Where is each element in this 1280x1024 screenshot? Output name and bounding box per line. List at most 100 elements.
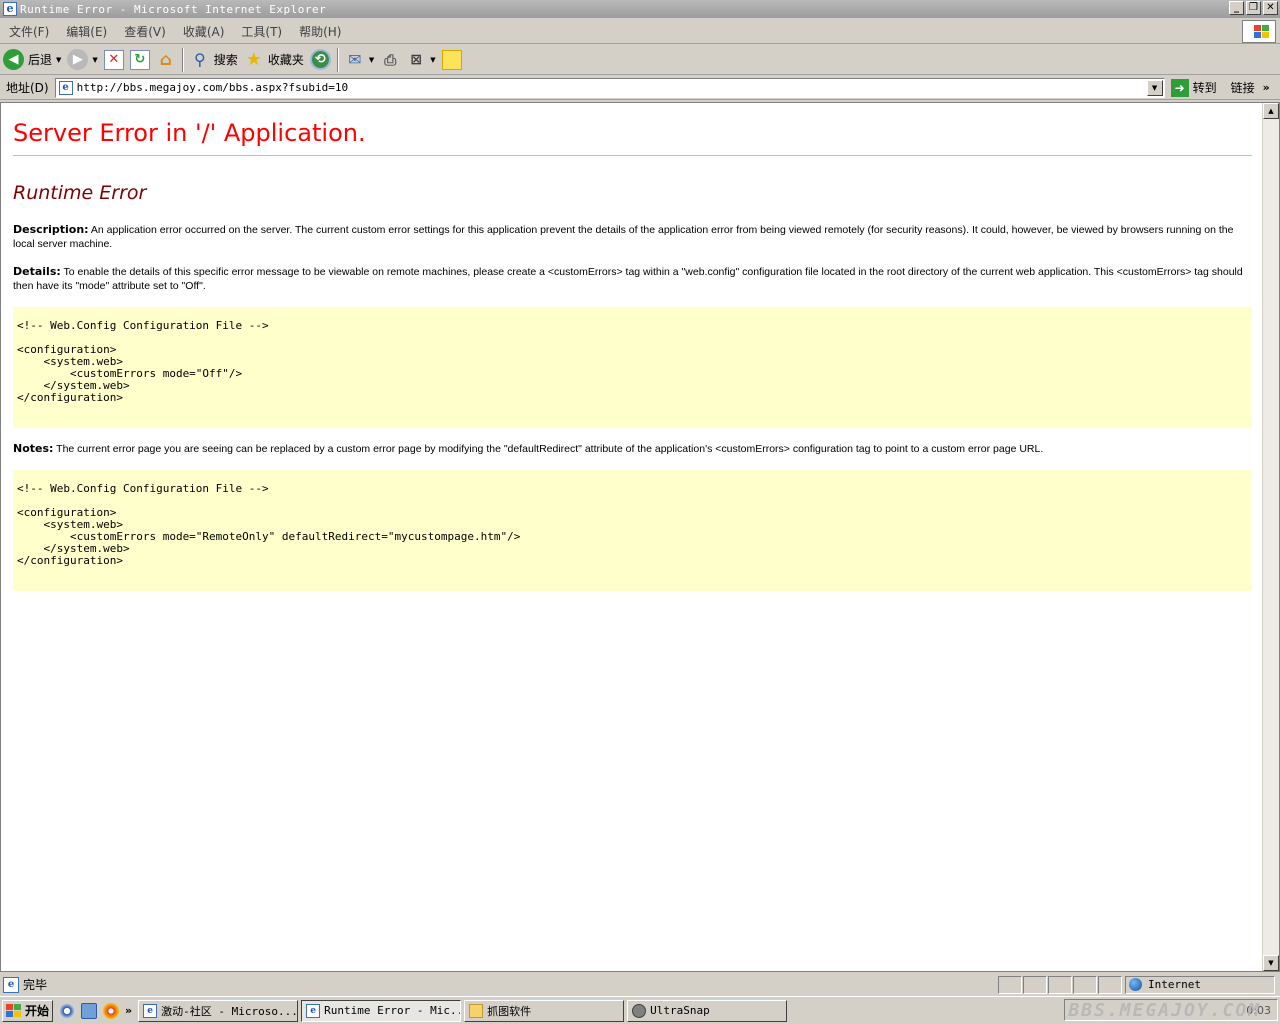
status-pane [1073,975,1097,994]
address-label: 地址(D) [6,81,49,95]
task-label: Runtime Error - Mic... [324,1004,462,1017]
media-player-icon[interactable] [59,1002,76,1019]
window-title: Runtime Error - Microsoft Internet Explo… [20,2,327,16]
windows-flag-icon [6,1003,22,1018]
url-input[interactable] [76,81,1137,94]
task-button[interactable]: 抓图软件 [464,999,625,1022]
printer-icon: ⎙ [384,50,397,69]
menu-view[interactable]: 查看(V) [115,23,174,40]
ie-page-icon: e [58,80,73,95]
scroll-down-icon[interactable]: ▼ [1263,955,1279,971]
description-paragraph: Description: An application error occurr… [13,223,1248,251]
close-button[interactable]: ✕ [1263,1,1278,15]
history-button[interactable]: ⟲ [307,47,334,73]
edit-dropdown-icon[interactable]: ▼ [430,56,435,64]
status-pane [998,975,1022,994]
search-icon: ⚲ [193,50,206,69]
chevron-right-icon[interactable]: » [1263,81,1270,94]
home-button[interactable]: ⌂ [153,47,179,73]
go-button[interactable]: ➜ 转到 [1170,78,1217,97]
scroll-up-icon[interactable]: ▲ [1263,103,1279,119]
back-dropdown-icon[interactable]: ▼ [56,56,61,64]
task-button[interactable]: UltraSnap [627,999,788,1022]
status-pane [1048,975,1072,994]
history-icon: ⟲ [309,49,331,70]
toolbar: ◀ 后退 ▼ ▶ ▼ ✕ ↻ ⌂ ⚲ 搜索 ★ 收藏夹 ⟲ ✉ ▼ ⎙ ⊠ ▼ [0,45,1280,75]
start-button[interactable]: 开始 [2,999,54,1022]
camera-icon [632,1003,647,1018]
browser-viewport: Server Error in '/' Application. Runtime… [0,102,1280,972]
task-label: 激动-社区 - Microso... [161,1004,298,1018]
home-icon: ⌂ [159,49,172,70]
status-pane [1023,975,1047,994]
edit-icon: ⊠ [410,51,423,68]
note-button[interactable] [439,47,465,73]
go-label: 转到 [1192,81,1217,95]
go-arrow-icon: ➜ [1170,78,1189,97]
menu-file[interactable]: 文件(F) [0,23,57,40]
globe-icon [1129,978,1142,991]
zone-label: Internet [1148,978,1201,991]
status-pane [1098,975,1122,994]
code-text: <!-- Web.Config Configuration File --> <… [17,482,521,567]
address-field[interactable]: e ▼ [54,77,1165,98]
task-label: 抓图软件 [487,1004,532,1018]
refresh-icon: ↻ [129,49,150,70]
search-button[interactable]: ⚲ 搜索 [187,47,241,73]
print-button[interactable]: ⎙ [377,47,403,73]
chevron-right-icon[interactable]: » [125,1004,132,1017]
refresh-button[interactable]: ↻ [127,47,153,73]
address-dropdown-icon[interactable]: ▼ [1146,79,1163,96]
page-title: Server Error in '/' Application. [13,119,366,147]
mail-dropdown-icon[interactable]: ▼ [369,56,374,64]
menu-help[interactable]: 帮助(H) [290,23,349,40]
restore-button[interactable]: ❐ [1246,1,1261,15]
favorites-button[interactable]: ★ 收藏夹 [241,47,307,73]
ie-quicklaunch-icon[interactable] [81,1002,98,1019]
description-label: Description: [13,223,89,236]
task-button-active[interactable]: e Runtime Error - Mic... [301,999,462,1022]
favorites-label: 收藏夹 [267,53,304,67]
quick-launch [59,1002,120,1019]
details-label: Details: [13,265,61,278]
title-bar[interactable]: e Runtime Error - Microsoft Internet Exp… [0,0,1280,18]
minimize-button[interactable]: _ [1229,1,1244,15]
back-arrow-icon: ◀ [3,49,24,70]
task-button[interactable]: e 激动-社区 - Microso... [138,999,299,1022]
details-paragraph: Details: To enable the details of this s… [13,265,1248,293]
ie-page-icon: e [3,976,19,993]
description-text: An application error occurred on the ser… [13,224,1234,250]
toolbar-separator [336,47,339,72]
forward-button[interactable]: ▶ ▼ [64,47,100,73]
search-label: 搜索 [213,53,238,67]
menu-bar: 文件(F) 编辑(E) 查看(V) 收藏(A) 工具(T) 帮助(H) [0,19,1280,44]
details-text: To enable the details of this specific e… [13,266,1243,292]
security-zone[interactable]: Internet [1125,975,1275,994]
menu-edit[interactable]: 编辑(E) [57,23,115,40]
start-label: 开始 [25,1004,50,1018]
stop-icon: ✕ [103,49,124,70]
code-text: <!-- Web.Config Configuration File --> <… [17,319,269,404]
app-quicklaunch-icon[interactable] [103,1002,120,1019]
menu-tools[interactable]: 工具(T) [232,23,290,40]
mail-button[interactable]: ✉ ▼ [342,47,377,73]
mail-icon: ✉ [348,50,362,69]
stop-button[interactable]: ✕ [101,47,127,73]
edit-button[interactable]: ⊠ ▼ [403,47,438,73]
ie-page-icon: e [306,1003,321,1018]
vertical-scrollbar[interactable]: ▲ ▼ [1262,103,1279,971]
notes-paragraph: Notes: The current error page you are se… [13,442,1248,456]
ie-page-icon: e [143,1003,158,1018]
system-tray: BBS.MEGAJOY.COM 0:03 [1064,999,1278,1021]
windows-logo-icon [1242,20,1276,43]
notes-text: The current error page you are seeing ca… [53,443,1044,455]
forward-dropdown-icon[interactable]: ▼ [92,56,97,64]
star-icon: ★ [245,49,262,70]
menu-favorites[interactable]: 收藏(A) [174,23,233,40]
back-button[interactable]: ◀ 后退 ▼ [0,47,64,73]
status-text: 完毕 [23,978,48,992]
toolbar-separator [181,47,184,72]
folder-icon [469,1003,484,1018]
links-button[interactable]: 链接 [1231,79,1255,96]
window-controls: _ ❐ ✕ [1229,1,1278,15]
